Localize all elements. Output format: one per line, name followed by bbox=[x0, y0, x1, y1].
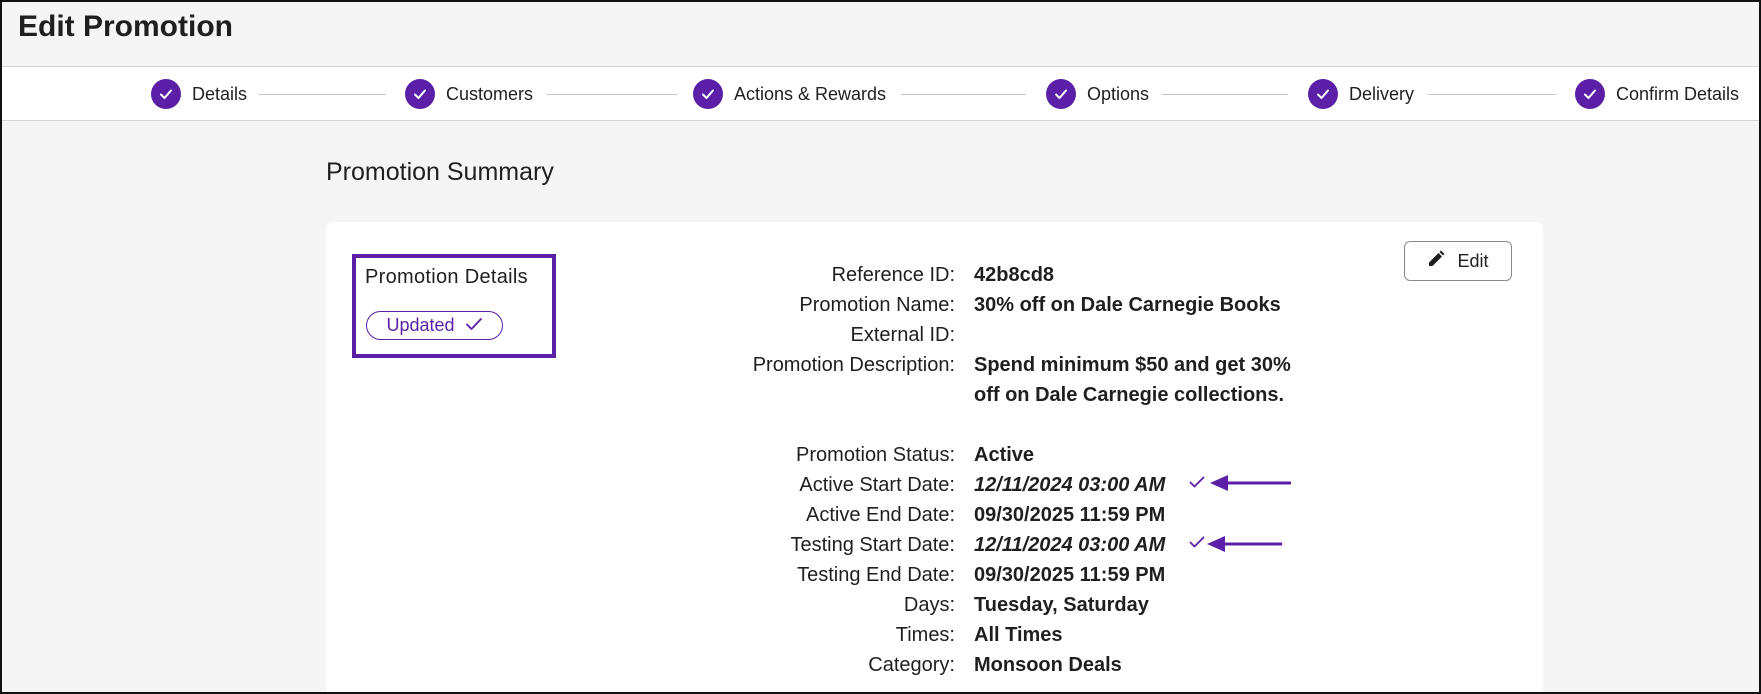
field-label: Testing Start Date: bbox=[790, 534, 955, 556]
field-label: Promotion Name: bbox=[799, 294, 955, 316]
field-row-active-start-date: Active Start Date: bbox=[600, 470, 955, 500]
field-value-active-end-date: 09/30/2025 11:59 PM bbox=[974, 504, 1166, 526]
check-icon bbox=[465, 315, 483, 336]
field-row-reference-id: Reference ID: bbox=[600, 260, 955, 290]
step-connector bbox=[1428, 94, 1556, 95]
field-label: External ID: bbox=[850, 324, 955, 346]
step-label: Options bbox=[1087, 83, 1150, 104]
check-circle-icon bbox=[405, 79, 435, 109]
field-label: Promotion Status: bbox=[796, 444, 955, 466]
field-value-active-start-date: 12/11/2024 03:00 AM bbox=[974, 474, 1166, 496]
step-connector bbox=[1162, 94, 1288, 95]
updated-check-icon bbox=[1189, 475, 1205, 493]
field-label: Active End Date: bbox=[806, 504, 955, 526]
field-value-promotion-description: Spend minimum $50 and get 30% off on Dal… bbox=[974, 354, 1291, 406]
check-circle-icon bbox=[1575, 79, 1605, 109]
step-delivery[interactable]: Delivery bbox=[1308, 78, 1414, 110]
field-value-promotion-name: 30% off on Dale Carnegie Books bbox=[974, 294, 1281, 316]
step-label: Details bbox=[192, 83, 248, 104]
step-label: Confirm Details bbox=[1616, 83, 1740, 104]
step-label: Customers bbox=[446, 83, 534, 104]
field-value-testing-end-date: 09/30/2025 11:59 PM bbox=[974, 564, 1166, 586]
check-circle-icon bbox=[1046, 79, 1076, 109]
field-row-testing-end-date: Testing End Date: bbox=[600, 560, 955, 590]
field-label: Active Start Date: bbox=[799, 474, 955, 496]
field-value-times: All Times bbox=[974, 624, 1063, 646]
field-label: Category: bbox=[868, 654, 955, 676]
updated-check-icon bbox=[1189, 535, 1205, 553]
field-row-category: Category: bbox=[600, 650, 955, 680]
field-row-promotion-description: Promotion Description: bbox=[600, 350, 955, 380]
edit-button[interactable]: Edit bbox=[1404, 241, 1512, 281]
progress-stepper: Details Customers Actions & Rewards Opti… bbox=[0, 66, 1761, 121]
field-label: Promotion Description: bbox=[752, 354, 955, 376]
pencil-icon bbox=[1427, 250, 1445, 273]
field-row-external-id: External ID: bbox=[600, 320, 955, 350]
check-circle-icon bbox=[1308, 79, 1338, 109]
step-label: Delivery bbox=[1349, 83, 1415, 104]
field-value-category: Monsoon Deals bbox=[974, 654, 1122, 676]
field-row-promotion-name: Promotion Name: bbox=[600, 290, 955, 320]
arrow-left-icon bbox=[1207, 534, 1283, 559]
step-label: Actions & Rewards bbox=[734, 83, 887, 104]
step-details[interactable]: Details bbox=[151, 78, 247, 110]
promotion-details-heading: Promotion Details bbox=[365, 266, 528, 288]
field-row-times: Times: bbox=[600, 620, 955, 650]
step-options[interactable]: Options bbox=[1046, 78, 1149, 110]
field-row-promotion-status: Promotion Status: bbox=[600, 440, 955, 470]
field-row-testing-start-date: Testing Start Date: bbox=[600, 530, 955, 560]
step-confirm-details[interactable]: Confirm Details bbox=[1575, 78, 1739, 110]
step-connector bbox=[547, 94, 677, 95]
field-value-days: Tuesday, Saturday bbox=[974, 594, 1149, 616]
field-label: Reference ID: bbox=[831, 264, 955, 286]
field-label: Times: bbox=[895, 624, 955, 646]
field-row-days: Days: bbox=[600, 590, 955, 620]
field-label: Testing End Date: bbox=[797, 564, 955, 586]
promotion-summary-title: Promotion Summary bbox=[326, 158, 554, 186]
arrow-left-icon bbox=[1210, 473, 1292, 498]
badge-label: Updated bbox=[386, 315, 455, 335]
step-actions-rewards[interactable]: Actions & Rewards bbox=[693, 78, 886, 110]
field-row-active-end-date: Active End Date: bbox=[600, 500, 955, 530]
field-value-reference-id: 42b8cd8 bbox=[974, 264, 1055, 286]
field-value-testing-start-date: 12/11/2024 03:00 AM bbox=[974, 534, 1166, 556]
page-header: Edit Promotion bbox=[0, 0, 1761, 66]
updated-badge: Updated bbox=[366, 311, 503, 340]
step-customers[interactable]: Customers bbox=[405, 78, 533, 110]
step-connector bbox=[901, 94, 1026, 95]
step-connector bbox=[259, 94, 386, 95]
check-circle-icon bbox=[151, 79, 181, 109]
field-label: Days: bbox=[903, 594, 955, 616]
edit-button-label: Edit bbox=[1457, 250, 1489, 271]
check-circle-icon bbox=[693, 79, 723, 109]
page-title: Edit Promotion bbox=[18, 10, 233, 43]
field-value-promotion-status: Active bbox=[974, 444, 1035, 466]
